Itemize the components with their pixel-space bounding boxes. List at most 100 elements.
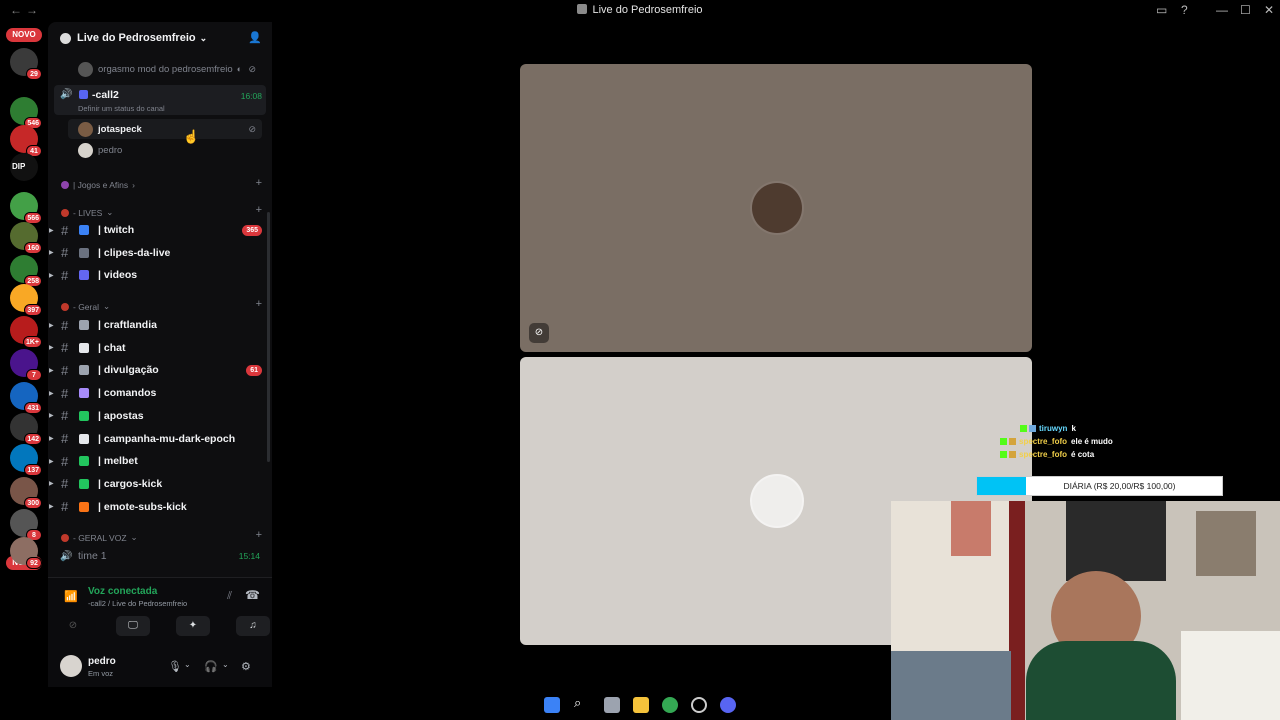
unread-indicator-icon: ▶ — [49, 481, 54, 488]
server-icon[interactable]: 160 — [10, 222, 42, 254]
channel-label: | twitch — [98, 224, 135, 236]
channel-emoji-icon — [79, 410, 89, 421]
category-lives[interactable]: - LIVES ⌄ — [61, 207, 113, 218]
mention-badge: 365 — [242, 224, 262, 236]
speaker-icon: 🔊 — [60, 89, 73, 100]
scrollbar[interactable] — [267, 212, 270, 462]
server-icon[interactable]: 300 — [10, 477, 42, 509]
overlay-chat-message: tiruwyn k — [1020, 424, 1076, 433]
channel-label: | cargos-kick — [98, 477, 163, 490]
add-channel-icon[interactable]: + — [256, 529, 262, 541]
channel-label: | videos — [98, 269, 138, 282]
server-rail: NOVO NOVO 2954641DIP5661602583971K+74311… — [0, 22, 48, 687]
server-icon[interactable]: 258 — [10, 255, 42, 287]
text-channel[interactable]: ▶ # | cargos-kick — [48, 474, 270, 494]
minimize-icon[interactable]: — — [1216, 3, 1228, 17]
voice-member[interactable]: orgasmo mod do pedrosemfreio ◐ ⊘ — [68, 59, 262, 79]
windows-start-icon[interactable] — [544, 697, 560, 713]
file-explorer-icon[interactable] — [633, 697, 649, 713]
avatar[interactable] — [60, 655, 82, 677]
server-icon[interactable]: 431 — [10, 382, 42, 414]
deafen-icon: ◐ — [236, 64, 242, 74]
text-channel[interactable]: ▶ # | emote-subs-kick — [48, 497, 270, 517]
text-channel[interactable]: ▶ # | apostas — [48, 406, 270, 426]
server-icon[interactable]: 92 — [10, 537, 42, 569]
text-channel[interactable]: ▶ # | videos — [48, 265, 270, 285]
headphones-icon[interactable]: 🎧 — [204, 660, 218, 673]
add-channel-icon[interactable]: + — [256, 298, 262, 310]
hash-icon: # — [61, 385, 69, 401]
voice-member-jotaspeck[interactable]: jotaspeck ⊘ — [68, 119, 262, 139]
server-text: DIP — [12, 162, 26, 171]
chat-text: k — [1071, 424, 1076, 433]
server-icon[interactable]: 8 — [10, 509, 42, 541]
text-channel[interactable]: ▶ # | comandos — [48, 383, 270, 403]
hash-icon: # — [61, 431, 69, 446]
voice-channel-time1[interactable]: 🔊 time 1 15:14 — [48, 546, 270, 566]
category-jogos[interactable]: | Jogos e Afins › — [61, 180, 135, 190]
voice-member-pedro[interactable]: pedro — [68, 140, 262, 160]
server-icon[interactable]: 142 — [10, 413, 42, 445]
help-icon[interactable]: ? — [1181, 3, 1188, 17]
text-channel[interactable]: ▶ # | twitch 365 — [48, 220, 270, 240]
title-bar: ← → Live do Pedrosemfreio ▭ ? — ☐ ✕ — [0, 0, 1280, 22]
server-icon[interactable]: 7 — [10, 349, 42, 381]
chevron-down-icon[interactable]: ⌄ — [222, 660, 229, 669]
kick-badge-icon — [1000, 438, 1007, 445]
donation-goal-bar: DIÁRIA (R$ 20,00/R$ 100,00) — [976, 476, 1223, 496]
microphone-icon[interactable]: 🎙 — [168, 660, 182, 673]
hash-icon: # — [61, 267, 69, 283]
chevron-down-icon: ⌄ — [199, 32, 208, 43]
inbox-icon[interactable]: ▭ — [1156, 3, 1167, 17]
mention-badge: 29 — [26, 68, 42, 80]
unread-indicator-icon: ▶ — [49, 413, 54, 420]
voice-channel-call2[interactable]: 🔊 -call2 Definir um status do canal 16:0… — [54, 85, 266, 115]
noise-suppression-icon[interactable]: ⫽ — [227, 590, 232, 603]
server-icon[interactable]: DIP — [10, 153, 38, 181]
server-icon[interactable]: 137 — [10, 444, 42, 476]
user-badge-icon — [1009, 451, 1016, 458]
soundboard-button[interactable]: ♫ — [236, 616, 270, 636]
hash-icon: # — [61, 362, 69, 378]
text-channel[interactable]: ▶ # | divulgação 61 — [48, 360, 270, 380]
maximize-icon[interactable]: ☐ — [1240, 3, 1251, 17]
category-geral[interactable]: - Geral ⌄ — [61, 301, 110, 312]
chevron-down-icon[interactable]: ⌄ — [184, 660, 191, 669]
unread-indicator-icon: ▶ — [49, 272, 54, 279]
guild-header[interactable]: Live do Pedrosemfreio ⌄ — [48, 22, 272, 54]
text-channel[interactable]: ▶ # | clipes-da-live — [48, 243, 270, 263]
text-channel[interactable]: ▶ # | melbet — [48, 451, 270, 471]
category-icon — [61, 208, 69, 217]
server-icon[interactable]: 1K+ — [10, 316, 42, 348]
task-view-icon[interactable] — [604, 697, 620, 713]
app-icon[interactable] — [691, 697, 707, 713]
share-screen-button[interactable]: 🖵 — [116, 616, 150, 636]
muted-mic-icon: ⊘ — [529, 323, 549, 343]
channel-emoji-icon — [79, 456, 89, 467]
search-icon[interactable]: ⌕ — [574, 695, 590, 711]
add-channel-icon[interactable]: + — [256, 204, 262, 216]
category-geral-voz[interactable]: - GERAL VOZ ⌄ — [61, 532, 138, 543]
chrome-icon[interactable] — [662, 697, 678, 713]
text-channel[interactable]: ▶ # | craftlandia — [48, 315, 270, 335]
discord-icon[interactable] — [720, 697, 736, 713]
gear-icon[interactable]: ⚙ — [241, 660, 251, 673]
server-icon[interactable]: 546 — [10, 97, 42, 129]
close-icon[interactable]: ✕ — [1264, 3, 1274, 17]
text-channel[interactable]: ▶ # | chat — [48, 338, 270, 358]
disconnect-icon[interactable]: ☎ — [245, 588, 260, 602]
server-icon[interactable]: 566 — [10, 192, 42, 224]
server-icon[interactable]: 397 — [10, 284, 42, 316]
video-tile-jotaspeck[interactable]: ⊘ — [520, 64, 1032, 352]
camera-off-button[interactable]: ⊘ — [56, 616, 90, 636]
activities-button[interactable]: ✦ — [176, 616, 210, 636]
server-icon[interactable]: 41 — [10, 125, 42, 157]
chevron-down-icon: ⌄ — [106, 207, 114, 217]
unread-indicator-icon: ▶ — [49, 367, 54, 374]
invite-people-icon[interactable]: 👤 — [248, 31, 262, 44]
add-channel-icon[interactable]: + — [256, 177, 262, 189]
channel-emoji-icon — [79, 501, 89, 512]
server-icon[interactable]: 29 — [10, 48, 42, 80]
text-channel[interactable]: ▶ # | campanha-mu-dark-epoch — [48, 429, 270, 449]
mention-badge: 137 — [24, 464, 42, 476]
